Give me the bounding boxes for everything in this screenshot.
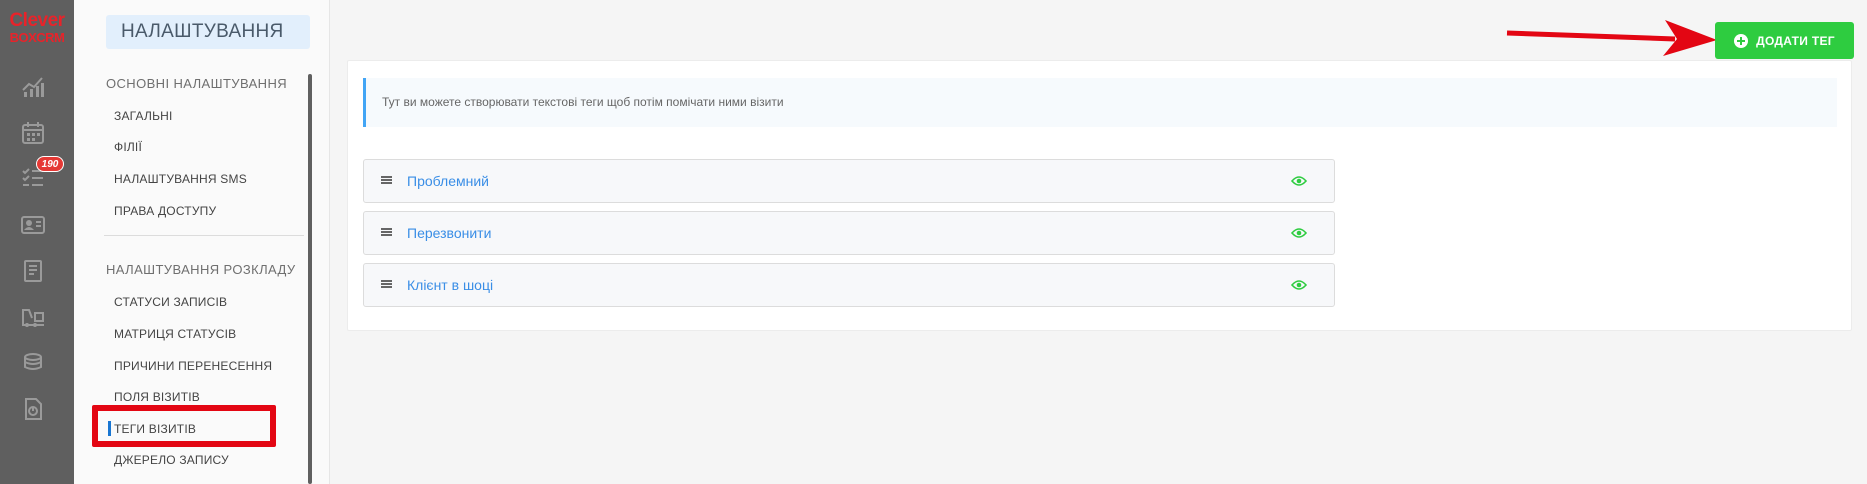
- tags-panel: Тут ви можете створювати текстові теги щ…: [347, 60, 1852, 331]
- finance-icon[interactable]: [20, 350, 46, 376]
- app-logo[interactable]: Clever BOXCRM: [0, 10, 74, 46]
- sidebar-item-record-statuses[interactable]: СТАТУСИ ЗАПИСІВ: [114, 295, 227, 309]
- contacts-icon[interactable]: [20, 212, 46, 238]
- sidebar-divider: [104, 235, 304, 236]
- sidebar-scrollbar[interactable]: [308, 74, 312, 484]
- tag-row[interactable]: Перезвонити: [363, 211, 1335, 255]
- sidebar-item-visit-fields[interactable]: ПОЛЯ ВІЗИТІВ: [114, 390, 200, 404]
- eye-icon[interactable]: [1291, 279, 1307, 291]
- plus-circle-icon: [1734, 33, 1749, 48]
- add-tag-button[interactable]: ДОДАТИ ТЕГ: [1715, 22, 1854, 59]
- eye-icon[interactable]: [1291, 227, 1307, 239]
- group-title-schedule: НАЛАШТУВАННЯ РОЗКЛАДУ: [106, 262, 296, 277]
- sidebar-item-sms-settings[interactable]: НАЛАШТУВАННЯ SMS: [114, 172, 247, 186]
- sidebar-item-reschedule-reasons[interactable]: ПРИЧИНИ ПЕРЕНЕСЕННЯ: [114, 359, 272, 373]
- warehouse-icon[interactable]: [20, 304, 46, 330]
- journal-icon[interactable]: [20, 258, 46, 284]
- sidebar-item-general[interactable]: ЗАГАЛЬНІ: [114, 109, 173, 123]
- sidebar-item-access-rights[interactable]: ПРАВА ДОСТУПУ: [114, 204, 216, 218]
- tasks-count-badge: 190: [36, 156, 64, 172]
- add-tag-button-label: ДОДАТИ ТЕГ: [1756, 33, 1835, 48]
- icon-rail: Clever BOXCRM 190: [0, 0, 74, 484]
- analytics-icon[interactable]: [20, 73, 46, 99]
- drag-handle-icon[interactable]: [381, 228, 392, 239]
- sidebar-item-record-source[interactable]: ДЖЕРЕЛО ЗАПИСУ: [114, 453, 229, 467]
- tag-name[interactable]: Перезвонити: [407, 225, 491, 241]
- calendar-icon[interactable]: [20, 120, 46, 146]
- annotation-arrow-icon: [1506, 20, 1717, 56]
- sidebar-title: НАЛАШТУВАННЯ: [106, 15, 310, 49]
- sidebar-item-status-matrix[interactable]: МАТРИЦЯ СТАТУСІВ: [114, 327, 236, 341]
- tag-row[interactable]: Проблемний: [363, 159, 1335, 203]
- drag-handle-icon[interactable]: [381, 176, 392, 187]
- logo-line1: Clever: [9, 10, 65, 31]
- group-title-basic: ОСНОВНІ НАЛАШТУВАННЯ: [106, 76, 288, 91]
- reports-icon[interactable]: [20, 396, 46, 422]
- tag-row[interactable]: Клієнт в шоці: [363, 263, 1335, 307]
- drag-handle-icon[interactable]: [381, 280, 392, 291]
- annotation-highlight-box: [92, 405, 276, 447]
- info-message: Тут ви можете створювати текстові теги щ…: [363, 78, 1837, 127]
- tag-name[interactable]: Проблемний: [407, 173, 489, 189]
- logo-line2: BOXCRM: [9, 30, 65, 45]
- tag-name[interactable]: Клієнт в шоці: [407, 277, 493, 293]
- eye-icon[interactable]: [1291, 175, 1307, 187]
- sidebar-item-branches[interactable]: ФІЛІЇ: [114, 140, 142, 154]
